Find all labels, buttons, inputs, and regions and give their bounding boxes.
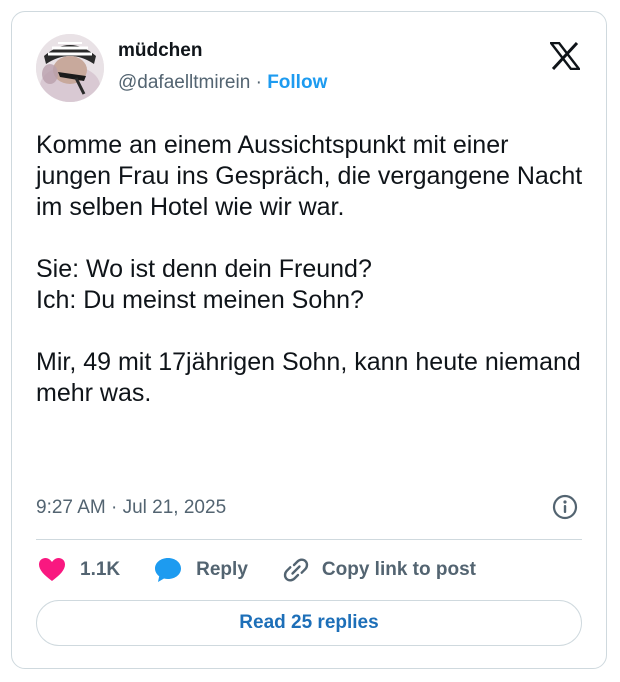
reply-button[interactable]: Reply — [154, 557, 248, 583]
timestamp-separator: · — [111, 497, 118, 518]
heart-icon — [39, 558, 65, 581]
like-count: 1.1K — [80, 559, 121, 580]
handle-row: @dafaelltmirein · Follow — [118, 72, 327, 94]
follow-button[interactable]: Follow — [267, 72, 327, 93]
divider — [36, 539, 582, 540]
avatar-image — [36, 34, 104, 102]
like-button[interactable]: 1.1K — [38, 557, 120, 583]
handle-separator: · — [255, 72, 262, 93]
user-handle[interactable]: @dafaelltmirein — [118, 72, 250, 93]
tweet-text: Komme an einem Aussichtspunkt mit einer … — [36, 131, 583, 407]
copy-link-button[interactable]: Copy link to post — [282, 556, 476, 584]
info-icon[interactable] — [552, 494, 578, 520]
reply-label: Reply — [196, 559, 248, 580]
tweet-timestamp[interactable]: 9:27 AM · Jul 21, 2025 — [36, 497, 226, 519]
action-bar: 1.1K Reply Copy link to post — [38, 552, 476, 588]
link-icon — [283, 558, 309, 582]
speech-bubble-icon — [155, 558, 182, 582]
avatar[interactable] — [36, 34, 104, 102]
copy-link-label: Copy link to post — [321, 559, 476, 580]
read-replies-button[interactable]: Read 25 replies — [36, 600, 582, 646]
x-logo-icon[interactable] — [549, 41, 581, 71]
tweet-card: müdchen @dafaelltmirein · Follow Komme a… — [11, 11, 607, 669]
display-name[interactable]: müdchen — [118, 40, 202, 62]
tweet-date: Jul 21, 2025 — [122, 497, 227, 518]
tweet-time: 9:27 AM — [36, 497, 106, 518]
tweet-header: müdchen @dafaelltmirein · Follow — [36, 34, 582, 106]
